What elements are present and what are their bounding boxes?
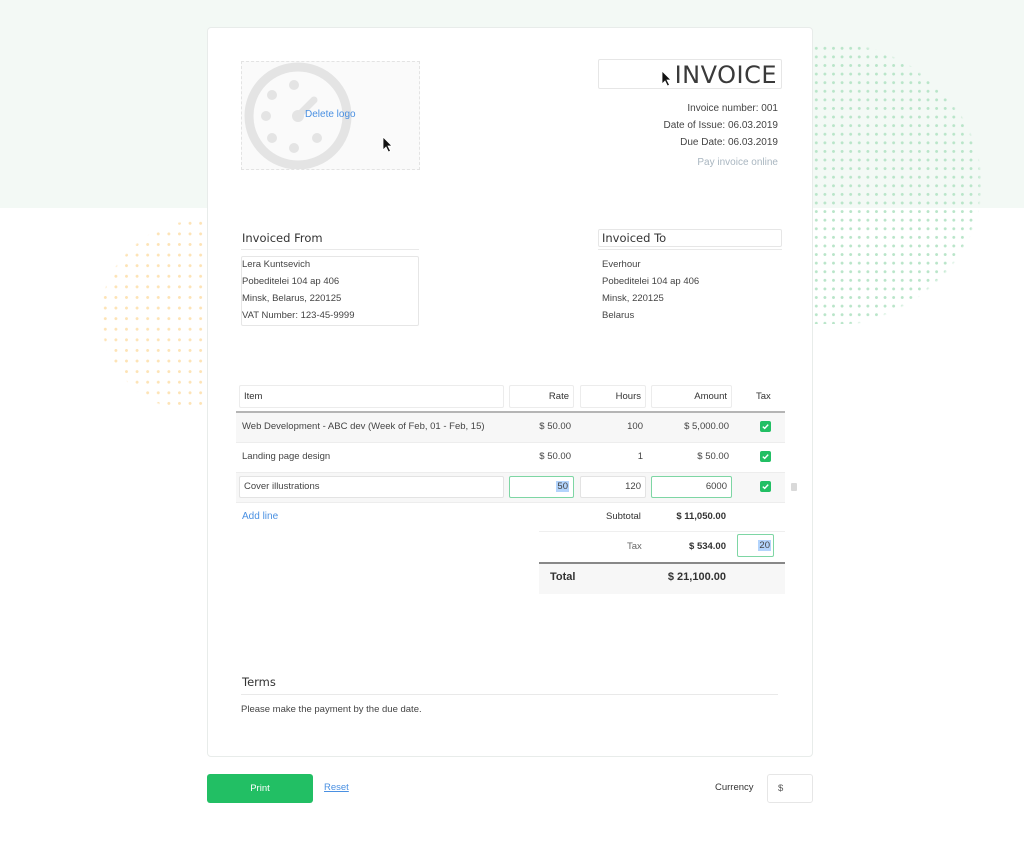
column-header-rate[interactable]: Rate — [509, 385, 574, 408]
invoiced-to-title: Invoiced To — [602, 231, 667, 245]
row-item[interactable]: Web Development - ABC dev (Week of Feb, … — [242, 421, 485, 432]
reset-link[interactable]: Reset — [324, 782, 349, 793]
rate-input[interactable]: 50 — [509, 476, 574, 498]
from-line: Minsk, Belarus, 220125 — [242, 293, 342, 304]
tax-checkbox[interactable] — [760, 481, 771, 492]
tax-checkbox[interactable] — [760, 421, 771, 432]
divider — [539, 531, 785, 532]
rate-input-value: 50 — [556, 481, 569, 492]
invoice-number[interactable]: Invoice number: 001 — [687, 103, 778, 114]
subtotal-value: $ 11,050.00 — [676, 511, 726, 522]
divider — [598, 249, 782, 250]
to-line[interactable]: Minsk, 220125 — [602, 293, 664, 304]
decorative-dot-pattern-orange — [100, 218, 208, 408]
row-item[interactable]: Landing page design — [242, 451, 330, 462]
invoice-title: INVOICE — [674, 61, 777, 89]
column-header-amount[interactable]: Amount — [651, 385, 732, 408]
row-rate[interactable]: $ 50.00 — [509, 421, 571, 432]
row-amount[interactable]: $ 5,000.00 — [651, 421, 729, 432]
checkmark-icon — [762, 454, 769, 460]
item-input[interactable]: Cover illustrations — [239, 476, 504, 498]
row-amount[interactable]: $ 50.00 — [651, 451, 729, 462]
to-line[interactable]: Belarus — [602, 310, 634, 321]
to-line[interactable]: Pobeditelei 104 ap 406 — [602, 276, 699, 287]
print-button[interactable]: Print — [207, 774, 313, 803]
row-divider — [236, 502, 785, 503]
add-line-link[interactable]: Add line — [242, 511, 278, 522]
delete-row-trash-icon[interactable] — [791, 483, 797, 491]
due-date[interactable]: Due Date: 06.03.2019 — [680, 137, 778, 148]
checkmark-icon — [762, 484, 769, 490]
to-line[interactable]: Everhour — [602, 259, 641, 270]
logo-upload-area[interactable]: Delete logo — [241, 61, 420, 170]
from-line: Lera Kuntsevich — [242, 259, 311, 270]
decorative-dot-pattern-green — [812, 44, 982, 324]
tax-label: Tax — [627, 541, 642, 552]
tax-value: $ 534.00 — [689, 541, 726, 552]
currency-label: Currency — [715, 782, 754, 793]
divider — [241, 249, 419, 250]
subtotal-label: Subtotal — [606, 511, 641, 522]
checkmark-icon — [762, 424, 769, 430]
column-header-item[interactable]: Item — [239, 385, 504, 408]
divider — [241, 694, 778, 695]
pay-invoice-online-link[interactable]: Pay invoice online — [697, 157, 778, 168]
from-line: Pobeditelei 104 ap 406 — [242, 276, 340, 287]
invoice-card: Delete logo INVOICE Invoice number: 001 … — [207, 27, 813, 757]
column-header-tax: Tax — [756, 391, 771, 402]
column-header-hours[interactable]: Hours — [580, 385, 646, 408]
delete-logo-link[interactable]: Delete logo — [305, 109, 356, 120]
invoiced-from-title: Invoiced From — [242, 231, 323, 245]
total-value: $ 21,100.00 — [667, 571, 726, 583]
row-hours[interactable]: 100 — [580, 421, 643, 432]
from-line: VAT Number: 123-45-9999 — [242, 310, 355, 321]
row-hours[interactable]: 1 — [580, 451, 643, 462]
currency-input[interactable]: $ — [767, 774, 813, 803]
total-label: Total — [550, 571, 576, 583]
amount-input[interactable]: 6000 — [651, 476, 732, 498]
tax-rate-value: 20 — [758, 540, 771, 551]
hours-input[interactable]: 120 — [580, 476, 646, 498]
total-rule — [539, 562, 785, 564]
mouse-cursor-icon — [382, 136, 393, 153]
date-of-issue[interactable]: Date of Issue: 06.03.2019 — [663, 120, 778, 131]
terms-text[interactable]: Please make the payment by the due date. — [241, 704, 422, 715]
tax-rate-input[interactable]: 20 — [737, 534, 774, 557]
invoice-title-input[interactable]: INVOICE — [598, 59, 782, 89]
mouse-cursor-icon — [661, 70, 672, 87]
tax-checkbox[interactable] — [760, 451, 771, 462]
row-rate[interactable]: $ 50.00 — [509, 451, 571, 462]
terms-title: Terms — [242, 675, 276, 689]
total-row — [539, 563, 785, 594]
